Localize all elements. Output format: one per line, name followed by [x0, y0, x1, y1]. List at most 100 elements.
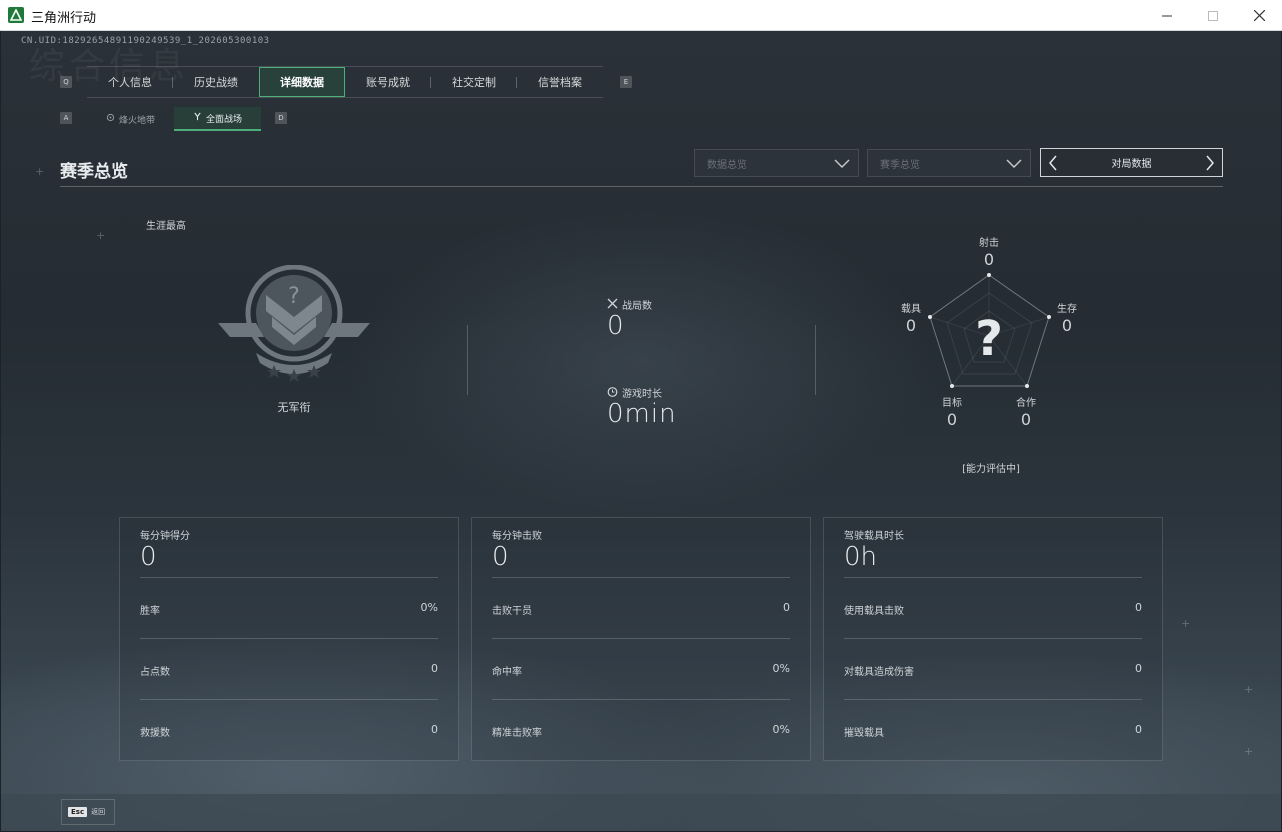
- tab-label: 账号成就: [366, 76, 410, 89]
- chevron-down-icon: [834, 156, 850, 173]
- rank-name: 无军衔: [277, 401, 311, 414]
- row-label: 救援数: [140, 728, 170, 739]
- ability-status: [能力评估中]: [962, 464, 1020, 475]
- dropdown-value: 数据总览: [707, 159, 747, 171]
- matches-label-text: 战局数: [622, 301, 652, 312]
- radar-label-coop: 合作: [1016, 398, 1036, 409]
- row-label: 击败干员: [492, 606, 532, 617]
- crosshair-icon: +: [1181, 617, 1191, 630]
- window-title: 三角洲行动: [31, 11, 97, 26]
- row-label: 精准击败率: [492, 728, 542, 739]
- crosshair-icon: +: [1244, 683, 1254, 696]
- crossed-arrows-icon: [193, 112, 202, 124]
- minimize-button[interactable]: [1144, 0, 1190, 31]
- radar-value-coop: 0: [1020, 410, 1032, 429]
- tab-personal-info[interactable]: 个人信息: [87, 67, 173, 97]
- crosshair-icon: +: [96, 229, 106, 242]
- card-title: 驾驶载具时长: [844, 531, 904, 542]
- crossed-swords-icon: [607, 298, 618, 312]
- game-screen: 综合信息 CN.UID:18292654891190249539_1_20260…: [1, 31, 1281, 831]
- window-titlebar: 三角洲行动: [0, 0, 1282, 31]
- back-label: 返回: [91, 808, 106, 816]
- svg-text:?: ?: [975, 311, 1003, 367]
- tab-achievements[interactable]: 账号成就: [345, 67, 431, 97]
- divider: [492, 577, 790, 578]
- radar-label-survive: 生存: [1057, 304, 1077, 315]
- play-time-label: 游戏时长: [607, 385, 662, 400]
- divider: [140, 638, 438, 639]
- card-value: 0: [492, 542, 509, 572]
- radar-value-survive: 0: [1061, 316, 1073, 335]
- key-hint-q: Q: [60, 76, 72, 88]
- tab-label: 详细数据: [280, 76, 324, 89]
- divider: [844, 638, 1142, 639]
- tab-label: 社交定制: [452, 76, 496, 89]
- tab-reputation[interactable]: 信誉档案: [517, 67, 603, 97]
- divider: [467, 325, 468, 395]
- rank-emblem-icon: ?: [216, 264, 372, 389]
- crosshair-icon: +: [35, 165, 45, 178]
- main-tab-bar: 个人信息 历史战绩 详细数据 账号成就 社交定制 信誉档案: [87, 66, 603, 98]
- chevron-down-icon: [1006, 156, 1022, 173]
- matches-value: 0: [607, 311, 625, 341]
- row-value: 0: [783, 601, 790, 614]
- row-label: 摧毁载具: [844, 728, 884, 739]
- key-hint-e: E: [620, 76, 632, 88]
- subtab-label: 烽火地带: [118, 115, 155, 126]
- back-button[interactable]: Esc 返回: [61, 799, 115, 825]
- player-uid: CN.UID:18292654891190249539_1_2026053001…: [21, 36, 270, 46]
- tab-label: 历史战绩: [194, 76, 238, 89]
- tab-detailed-data[interactable]: 详细数据: [259, 67, 345, 97]
- row-label: 命中率: [492, 667, 522, 678]
- divider: [60, 186, 1223, 187]
- row-value: 0: [1135, 723, 1142, 736]
- stat-card-kills: 每分钟击败 0 击败干员 0 命中率 0% 精准击败率 0%: [471, 517, 811, 761]
- radar-label-vehicle: 载具: [901, 304, 921, 315]
- dropdown-value: 赛季总览: [880, 159, 920, 171]
- close-button[interactable]: [1236, 0, 1282, 31]
- key-hint-d: D: [275, 112, 287, 124]
- card-title: 每分钟击败: [492, 531, 542, 542]
- stat-card-vehicle: 驾驶载具时长 0h 使用载具击败 0 对载具造成伤害 0 摧毁载具 0: [823, 517, 1163, 761]
- matches-label: 战局数: [607, 297, 652, 312]
- card-value: 0: [140, 542, 157, 572]
- tab-social[interactable]: 社交定制: [431, 67, 517, 97]
- row-value: 0: [431, 723, 438, 736]
- switcher-label: 对局数据: [1111, 159, 1152, 170]
- subtab-operations[interactable]: 烽火地带: [87, 107, 174, 131]
- app-logo-icon: [8, 7, 24, 23]
- career-high-label: 生涯最高: [146, 221, 186, 232]
- radar-value-shoot: 0: [983, 250, 995, 269]
- flame-icon: [106, 113, 115, 125]
- radar-label-shoot: 射击: [979, 238, 999, 249]
- maximize-button[interactable]: [1190, 0, 1236, 31]
- card-title: 每分钟得分: [140, 531, 190, 542]
- crosshair-icon: +: [1244, 745, 1254, 758]
- divider: [844, 699, 1142, 700]
- row-label: 使用载具击败: [844, 606, 904, 617]
- play-time-value: 0min: [607, 399, 677, 429]
- tab-label: 信誉档案: [538, 76, 582, 89]
- esc-key-hint: Esc: [68, 807, 88, 817]
- match-data-switcher: 对局数据: [1040, 148, 1223, 177]
- play-time-label-text: 游戏时长: [622, 389, 662, 400]
- chevron-right-icon[interactable]: [1204, 155, 1216, 174]
- radar-value-vehicle: 0: [905, 316, 917, 335]
- row-value: 0: [1135, 662, 1142, 675]
- key-hint-a: A: [60, 112, 72, 124]
- divider: [492, 638, 790, 639]
- chevron-left-icon[interactable]: [1047, 155, 1059, 174]
- divider: [140, 699, 438, 700]
- row-label: 对载具造成伤害: [844, 667, 914, 678]
- svg-text:?: ?: [288, 284, 300, 309]
- row-value: 0%: [772, 723, 790, 736]
- card-value: 0h: [844, 542, 878, 572]
- data-overview-dropdown[interactable]: 数据总览: [694, 149, 859, 177]
- section-title: 赛季总览: [60, 162, 128, 182]
- season-overview-dropdown[interactable]: 赛季总览: [867, 149, 1031, 177]
- divider: [815, 325, 816, 395]
- subtab-label: 全面战场: [205, 114, 242, 125]
- sub-tab-bar: 烽火地带 全面战场: [87, 107, 261, 131]
- subtab-warfare[interactable]: 全面战场: [174, 107, 261, 131]
- tab-history[interactable]: 历史战绩: [173, 67, 259, 97]
